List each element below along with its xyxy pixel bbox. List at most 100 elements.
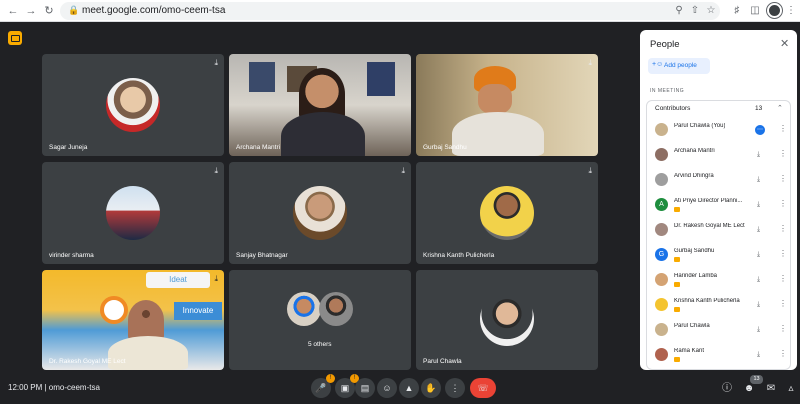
background-sign: Ideat — [146, 272, 210, 288]
participant-tile[interactable]: ⤓ virinder sharma — [42, 162, 224, 264]
avatar — [655, 323, 668, 336]
people-icon[interactable]: ☻ — [742, 382, 756, 396]
mic-off-icon: ⤓ — [757, 176, 761, 183]
bookmark-icon[interactable]: ☆ — [704, 4, 718, 18]
avatar — [287, 292, 321, 326]
kebab-menu-icon[interactable]: ⋮ — [779, 200, 787, 208]
back-icon[interactable]: ← — [6, 4, 20, 18]
more-options-button[interactable]: ⋮ — [445, 378, 465, 398]
participant-tile[interactable]: Archana Mantri — [229, 54, 411, 156]
participant-row[interactable]: Arvind Dhingra ⤓ ⋮ — [653, 171, 791, 191]
add-people-button[interactable]: +☺ Add people — [648, 58, 710, 74]
presenting-icon[interactable] — [8, 31, 22, 45]
mic-off-icon: ⤓ — [214, 166, 218, 175]
present-button[interactable]: ▲ — [399, 378, 419, 398]
kebab-menu-icon[interactable]: ⋮ — [779, 125, 787, 133]
section-label: IN MEETING — [650, 88, 685, 94]
avatar — [655, 348, 668, 361]
participant-name: virinder sharma — [49, 252, 94, 259]
avatar — [480, 292, 534, 346]
participant-name: Parul Chawla — [674, 323, 710, 329]
forward-icon[interactable]: → — [24, 4, 38, 18]
camera-button[interactable]: ▣! — [335, 374, 359, 398]
participant-tile[interactable]: ⤓ Sanjay Bhatnagar — [229, 162, 411, 264]
panel-title: People — [650, 39, 680, 50]
participant-name: Krishna Kanth Pulicherla — [674, 298, 740, 304]
participant-name: Sagar Juneja — [49, 144, 88, 151]
clock-time: 12:00 PM — [8, 383, 43, 392]
contributors-list: Contributors 13 ⌃ Parul Chawla (You) ⋯ ⋮… — [646, 100, 791, 370]
mic-off-icon: ⤓ — [757, 276, 761, 283]
participant-name: Gurbaj Sandhu — [423, 144, 467, 151]
close-icon[interactable]: ✕ — [780, 37, 789, 50]
search-icon[interactable]: ⚲ — [672, 4, 686, 18]
mic-off-icon: ⤓ — [401, 166, 405, 175]
avatar — [319, 292, 353, 326]
kebab-menu-icon[interactable]: ⋮ — [779, 225, 787, 233]
profile-avatar[interactable] — [767, 3, 782, 18]
participant-tile[interactable]: ⤓ Sagar Juneja — [42, 54, 224, 156]
mic-off-icon: ⤓ — [588, 58, 592, 67]
participant-row[interactable]: G Gurbaj Sandhu ⤓ ⋮ — [653, 246, 791, 266]
menu-icon[interactable]: ⋮ — [784, 4, 798, 18]
participant-tile[interactable]: 5 others — [229, 270, 411, 370]
background-sign: Innovate — [174, 302, 222, 320]
participant-row[interactable]: Krishna Kanth Pulicherla ⤓ ⋮ — [653, 296, 791, 316]
participant-row[interactable]: A Ati Priye Director Planni... ⤓ ⋮ — [653, 196, 791, 216]
raise-hand-button[interactable]: ✋ — [421, 378, 441, 398]
kebab-menu-icon[interactable]: ⋮ — [779, 150, 787, 158]
avatar — [655, 298, 668, 311]
control-bar: 12:00 PM | omo-ceem-tsa 🎤! ▣! ▤ ☺ ▲ ✋ ⋮ … — [0, 372, 800, 404]
kebab-menu-icon[interactable]: ⋮ — [779, 275, 787, 283]
others-label: 5 others — [308, 341, 332, 348]
avatar — [655, 223, 668, 236]
avatar — [655, 148, 668, 161]
separator: | — [44, 383, 47, 392]
participant-row[interactable]: Dr. Rakesh Goyal ME Lect ⤓ ⋮ — [653, 221, 791, 241]
chat-icon[interactable]: ✉ — [764, 382, 778, 396]
end-call-button[interactable]: ☏ — [470, 378, 496, 398]
participant-row[interactable]: Archana Mantri ⤓ ⋮ — [653, 146, 791, 166]
address-bar[interactable]: 🔒 meet.google.com/omo-ceem-tsa — [60, 2, 720, 20]
participant-name: Archana Mantri — [674, 148, 715, 154]
presenting-icon — [674, 357, 680, 362]
participant-row[interactable]: Harinder Lamba ⤓ ⋮ — [653, 271, 791, 291]
warning-badge: ! — [326, 374, 335, 383]
sidepanel-icon[interactable]: ◫ — [748, 4, 762, 18]
kebab-menu-icon[interactable]: ⋮ — [779, 325, 787, 333]
participant-row[interactable]: Rama Kant ⤓ ⋮ — [653, 346, 791, 366]
participant-name: Parul Chawla (You) — [674, 123, 726, 129]
mic-off-icon: ⤓ — [757, 351, 761, 358]
reload-icon[interactable]: ↻ — [42, 4, 56, 18]
participant-tile[interactable]: Parul Chawla — [416, 270, 598, 370]
avatar — [106, 78, 160, 132]
participant-name: Gurbaj Sandhu — [674, 248, 715, 254]
participant-row[interactable]: Parul Chawla ⤓ ⋮ — [653, 321, 791, 341]
kebab-menu-icon[interactable]: ⋮ — [779, 250, 787, 258]
extensions-icon[interactable]: ♯ — [730, 4, 744, 18]
info-icon[interactable]: ⓘ — [720, 382, 734, 396]
participant-tile[interactable]: ⤓ Krishna Kanth Pulicherla — [416, 162, 598, 264]
presenting-icon — [674, 257, 680, 262]
meeting-code: omo-ceem-tsa — [48, 383, 100, 392]
more-options-icon[interactable]: ⋯ — [755, 125, 765, 135]
participant-name: Dr. Rakesh Goyal ME Lect — [49, 358, 126, 365]
mic-button[interactable]: 🎤! — [311, 374, 335, 398]
participant-row[interactable]: Parul Chawla (You) ⋯ ⋮ — [653, 121, 791, 141]
chevron-up-icon[interactable]: ⌃ — [777, 104, 783, 112]
kebab-menu-icon[interactable]: ⋮ — [779, 300, 787, 308]
emoji-button[interactable]: ☺ — [377, 378, 397, 398]
participant-name: Harinder Lamba — [674, 273, 718, 279]
mic-off-icon: ⤓ — [757, 151, 761, 158]
activities-icon[interactable]: ▵ — [784, 382, 798, 396]
participant-tile[interactable]: ⤓ Gurbaj Sandhu — [416, 54, 598, 156]
kebab-menu-icon[interactable]: ⋮ — [779, 350, 787, 358]
share-icon[interactable]: ⇧ — [688, 4, 702, 18]
person-video — [478, 84, 512, 114]
group-count: 13 — [755, 105, 763, 112]
participant-tile[interactable]: Ideat Innovate ⤓ Dr. Rakesh Goyal ME Lec… — [42, 270, 224, 370]
mic-off-icon: ⤓ — [214, 274, 218, 283]
mic-off-icon: ⤓ — [757, 301, 761, 308]
captions-button[interactable]: ▤ — [355, 378, 375, 398]
kebab-menu-icon[interactable]: ⋮ — [779, 175, 787, 183]
